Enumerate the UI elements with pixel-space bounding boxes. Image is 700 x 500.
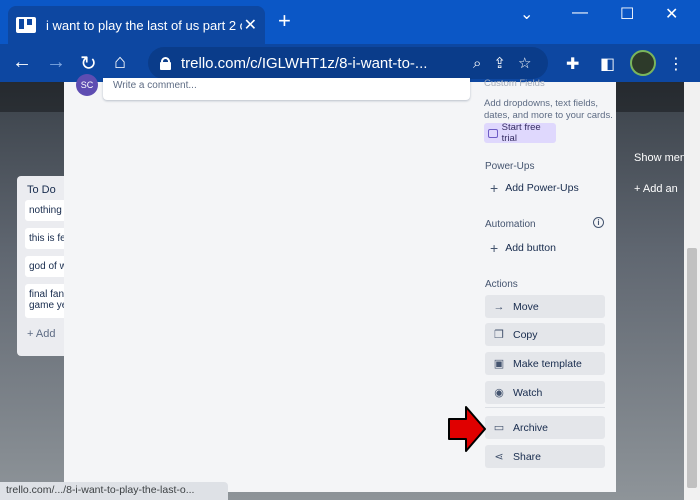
custom-fields-label: Custom Fields: [484, 78, 545, 89]
browser-menu-icon[interactable]: ⋮: [668, 54, 684, 74]
add-another-list[interactable]: + Add an: [634, 183, 678, 195]
forward-arrow-icon[interactable]: →: [46, 51, 66, 74]
make-template-button[interactable]: ▣ Make template: [485, 352, 605, 375]
archive-icon: ▭: [493, 422, 505, 434]
page-scrollbar-thumb[interactable]: [687, 248, 697, 488]
add-button-label: Add button: [505, 242, 556, 254]
custom-fields-desc: dates, and more to your cards.: [484, 110, 613, 121]
avatar: SC: [76, 74, 98, 96]
browser-tab[interactable]: i want to play the last of us part 2 o ✕: [8, 6, 265, 44]
custom-fields-desc: Add dropdowns, text fields,: [484, 98, 599, 109]
maximize-icon[interactable]: ☐: [620, 4, 634, 24]
info-icon[interactable]: i: [593, 217, 604, 228]
add-button-button[interactable]: + Add button: [490, 240, 556, 256]
red-arrow-pointer-icon: [448, 406, 486, 452]
arrow-right-icon: →: [493, 300, 505, 313]
archive-button[interactable]: ▭ Archive: [485, 416, 605, 439]
copy-label: Copy: [513, 328, 538, 341]
back-arrow-icon[interactable]: ←: [12, 51, 32, 74]
address-bar[interactable]: trello.com/c/IGLWHT1z/8-i-want-to-... ⌕ …: [148, 47, 548, 79]
start-free-trial-button[interactable]: Start free trial: [484, 122, 556, 144]
powerups-title: Power-Ups: [485, 161, 535, 172]
zoom-search-icon[interactable]: ⌕: [473, 55, 481, 72]
reload-icon[interactable]: ↻: [80, 51, 97, 76]
add-card-button[interactable]: + Add: [27, 328, 55, 340]
add-powerups-button[interactable]: + Add Power-Ups: [490, 180, 579, 196]
lock-icon[interactable]: [160, 56, 171, 70]
tab-title: i want to play the last of us part 2 o: [46, 17, 242, 33]
trial-card-icon: [488, 128, 498, 138]
url-text: trello.com/c/IGLWHT1z/8-i-want-to-...: [181, 54, 428, 72]
divider: [485, 407, 605, 408]
watch-button[interactable]: ◉ Watch: [485, 381, 605, 404]
copy-button[interactable]: ❐ Copy: [485, 323, 605, 346]
profile-avatar[interactable]: [630, 50, 656, 76]
chevron-down-icon[interactable]: ⌄: [520, 4, 533, 24]
share-label: Share: [513, 450, 542, 463]
side-panel-icon[interactable]: ◧: [600, 54, 615, 74]
extensions-puzzle-icon[interactable]: ✚: [566, 54, 579, 74]
list-title: To Do: [27, 184, 56, 196]
window-close-icon[interactable]: ✕: [665, 4, 678, 24]
tab-close-icon[interactable]: ✕: [244, 15, 257, 35]
share-button[interactable]: ⋖ Share: [485, 445, 605, 468]
plus-icon: +: [490, 240, 499, 256]
template-icon: ▣: [493, 358, 505, 370]
archive-label: Archive: [513, 421, 549, 434]
comment-input[interactable]: Write a comment...: [103, 78, 470, 100]
new-tab-button[interactable]: +: [278, 10, 291, 32]
plus-icon: +: [490, 180, 499, 196]
move-label: Move: [513, 300, 539, 313]
start-free-trial-label: Start free trial: [501, 122, 541, 144]
trello-favicon-icon: [16, 17, 36, 33]
watch-label: Watch: [513, 386, 543, 399]
bookmark-star-icon[interactable]: ☆: [518, 54, 531, 72]
minimize-icon[interactable]: —: [572, 4, 588, 22]
copy-icon: ❐: [494, 329, 504, 341]
add-powerups-label: Add Power-Ups: [505, 182, 579, 194]
status-url-bar: trello.com/.../8-i-want-to-play-the-last…: [0, 482, 228, 500]
share-icon[interactable]: ⇪: [493, 54, 506, 72]
home-icon[interactable]: ⌂: [114, 51, 126, 74]
share-nodes-icon: ⋖: [494, 451, 504, 463]
automation-title: Automation: [485, 219, 536, 230]
move-button[interactable]: → Move: [485, 295, 605, 318]
actions-title: Actions: [485, 279, 518, 290]
make-template-label: Make template: [513, 357, 582, 370]
eye-icon: ◉: [494, 387, 504, 399]
browser-tab-bar: i want to play the last of us part 2 o ✕…: [0, 0, 700, 44]
browser-toolbar: ← → ↻ ⌂ trello.com/c/IGLWHT1z/8-i-want-t…: [0, 44, 700, 82]
